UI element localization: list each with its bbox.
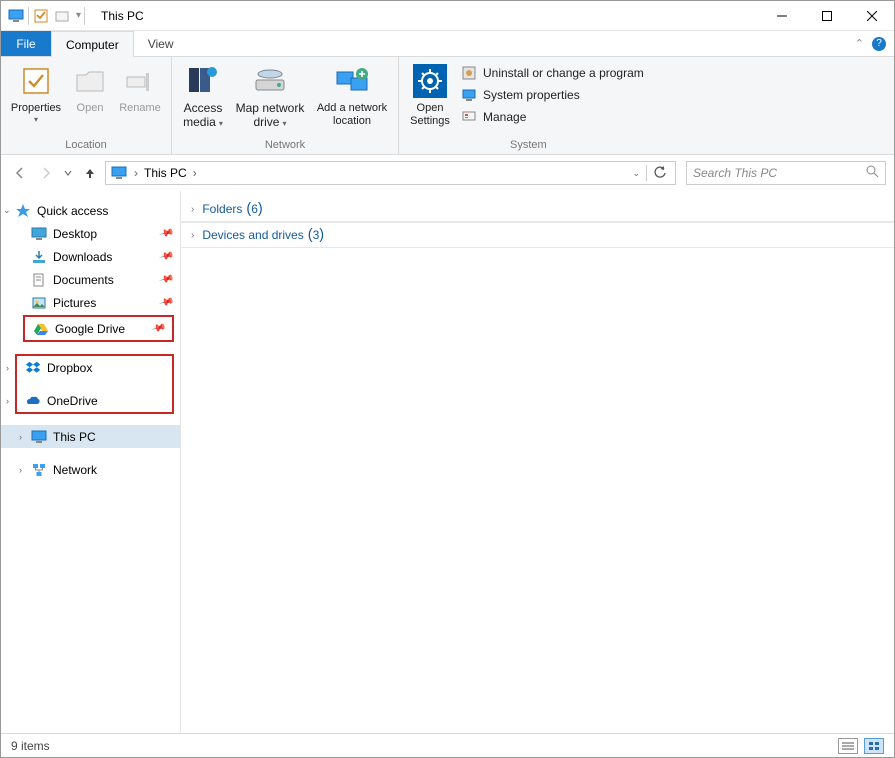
desktop-icon xyxy=(31,226,47,242)
search-box[interactable] xyxy=(686,161,886,185)
access-media-icon xyxy=(185,63,221,99)
pin-icon: 📌 xyxy=(158,272,174,288)
chevron-down-icon[interactable]: ⌄ xyxy=(3,205,11,216)
system-properties-icon xyxy=(461,87,477,103)
chevron-right-icon[interactable]: › xyxy=(191,230,194,241)
sidebar-google-drive[interactable]: Google Drive 📌 xyxy=(25,317,172,340)
sidebar-network[interactable]: › Network xyxy=(1,458,180,481)
sidebar-documents[interactable]: Documents 📌 xyxy=(1,268,180,291)
window-title: This PC xyxy=(101,9,144,23)
uninstall-icon xyxy=(461,65,477,81)
chevron-right-icon[interactable]: › xyxy=(19,432,22,442)
up-button[interactable] xyxy=(79,161,101,185)
search-icon xyxy=(866,165,879,181)
breadcrumb-separator[interactable]: › xyxy=(193,166,197,180)
ribbon: Properties ▾ Open Rename Location xyxy=(1,57,894,155)
status-item-count: 9 items xyxy=(11,739,50,753)
chevron-right-icon[interactable]: › xyxy=(19,465,22,475)
open-button: Open xyxy=(69,61,111,137)
google-drive-icon xyxy=(33,321,49,337)
tiles-view-button[interactable] xyxy=(864,738,884,754)
title-bar: ▾ This PC xyxy=(1,1,894,31)
qat-newfolder-icon[interactable] xyxy=(53,7,71,25)
sidebar-downloads[interactable]: Downloads 📌 xyxy=(1,245,180,268)
chevron-right-icon[interactable]: › xyxy=(6,396,9,406)
group-devices[interactable]: › Devices and drives (3) xyxy=(181,222,894,248)
help-icon[interactable]: ? xyxy=(872,37,886,51)
pictures-icon xyxy=(31,295,47,311)
search-input[interactable] xyxy=(693,166,866,180)
sidebar-onedrive[interactable]: › OneDrive xyxy=(17,389,172,412)
breadcrumb-separator[interactable]: › xyxy=(134,166,138,180)
tab-view[interactable]: View xyxy=(134,31,188,56)
chevron-right-icon[interactable]: › xyxy=(191,204,194,215)
sidebar-pictures[interactable]: Pictures 📌 xyxy=(1,291,180,314)
navigation-pane[interactable]: ⌄ Quick access Desktop 📌 Downloads 📌 Doc… xyxy=(1,191,181,733)
pc-icon xyxy=(31,429,47,445)
pin-icon: 📌 xyxy=(150,321,166,337)
ribbon-tabs: File Computer View ⌃ ? xyxy=(1,31,894,57)
forward-button[interactable] xyxy=(35,161,57,185)
settings-icon xyxy=(412,63,448,99)
address-dropdown-icon[interactable]: ⌄ xyxy=(632,168,640,179)
chevron-right-icon[interactable]: › xyxy=(6,363,9,373)
downloads-icon xyxy=(31,249,47,265)
sidebar-desktop[interactable]: Desktop 📌 xyxy=(1,222,180,245)
nav-bar: › This PC › ⌄ xyxy=(1,155,894,191)
properties-button[interactable]: Properties ▾ xyxy=(7,61,65,137)
system-properties-button[interactable]: System properties xyxy=(461,87,644,103)
ribbon-group-system: Open Settings Uninstall or change a prog… xyxy=(399,57,658,154)
back-button[interactable] xyxy=(9,161,31,185)
qat-properties-icon[interactable] xyxy=(32,7,50,25)
rename-icon xyxy=(122,63,158,99)
pin-icon: 📌 xyxy=(158,226,174,242)
maximize-button[interactable] xyxy=(804,2,849,30)
refresh-icon[interactable] xyxy=(653,165,667,182)
add-network-location-button[interactable]: Add a network location xyxy=(312,61,392,137)
pin-icon: 📌 xyxy=(158,249,174,265)
ribbon-group-network: Access media ▾ Map network drive ▾ Add a… xyxy=(172,57,399,154)
onedrive-icon xyxy=(25,393,41,409)
open-settings-button[interactable]: Open Settings xyxy=(405,61,455,137)
manage-button[interactable]: Manage xyxy=(461,109,644,125)
content-pane[interactable]: › Folders (6) › Devices and drives (3) xyxy=(181,191,894,733)
tab-file[interactable]: File xyxy=(1,31,51,56)
uninstall-program-button[interactable]: Uninstall or change a program xyxy=(461,65,644,81)
open-icon xyxy=(72,63,108,99)
map-drive-icon xyxy=(252,63,288,99)
manage-icon xyxy=(461,109,477,125)
dropbox-icon xyxy=(25,360,41,376)
minimize-button[interactable] xyxy=(759,2,804,30)
recent-locations-button[interactable] xyxy=(61,161,75,185)
documents-icon xyxy=(31,272,47,288)
close-button[interactable] xyxy=(849,2,894,30)
app-icon xyxy=(7,7,25,25)
pin-icon: 📌 xyxy=(158,295,174,311)
sidebar-this-pc[interactable]: › This PC xyxy=(1,425,180,448)
highlight-cloud: › Dropbox › OneDrive xyxy=(15,354,174,414)
qat-dropdown-icon[interactable]: ▾ xyxy=(76,10,81,21)
collapse-ribbon-icon[interactable]: ⌃ xyxy=(855,37,864,50)
status-bar: 9 items xyxy=(1,733,894,757)
add-network-location-icon xyxy=(334,63,370,99)
access-media-button[interactable]: Access media ▾ xyxy=(178,61,228,137)
rename-button: Rename xyxy=(115,61,165,137)
pc-icon xyxy=(110,164,128,182)
ribbon-group-location: Properties ▾ Open Rename Location xyxy=(1,57,172,154)
group-folders[interactable]: › Folders (6) xyxy=(181,197,894,222)
sidebar-quick-access[interactable]: ⌄ Quick access xyxy=(1,199,180,222)
tab-computer[interactable]: Computer xyxy=(51,31,134,57)
quick-access-icon xyxy=(15,203,31,219)
address-bar[interactable]: › This PC › ⌄ xyxy=(105,161,676,185)
details-view-button[interactable] xyxy=(838,738,858,754)
map-drive-button[interactable]: Map network drive ▾ xyxy=(232,61,308,137)
properties-icon xyxy=(18,63,54,99)
network-icon xyxy=(31,462,47,478)
highlight-google-drive: Google Drive 📌 xyxy=(23,315,174,342)
sidebar-dropbox[interactable]: › Dropbox xyxy=(17,356,172,379)
breadcrumb-location[interactable]: This PC xyxy=(144,166,187,180)
